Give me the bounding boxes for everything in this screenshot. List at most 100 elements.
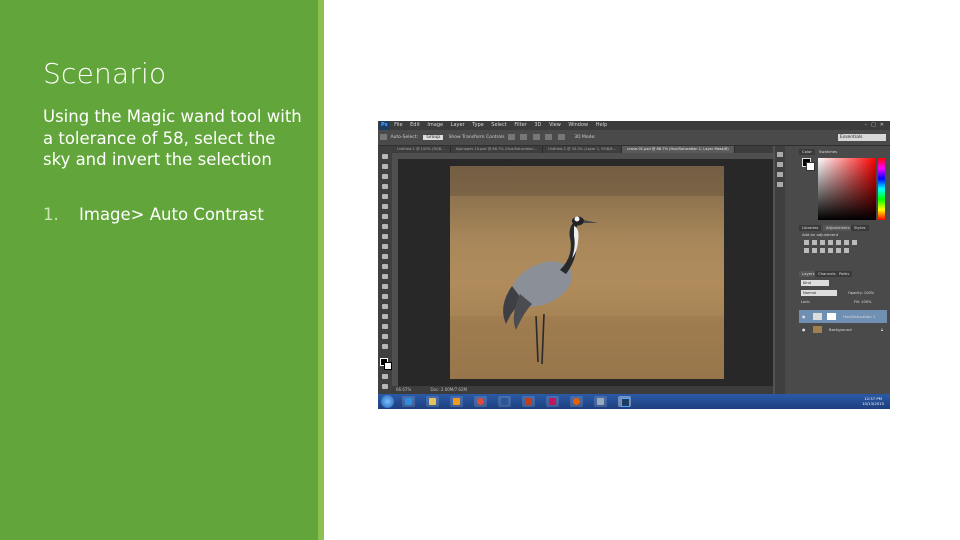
status-bar: 66.67% Doc: 2.00M/7.62M (392, 386, 773, 394)
bg-color-swatch[interactable] (806, 162, 815, 171)
align-icon[interactable] (520, 133, 528, 140)
opacity-field[interactable]: Opacity: 100% (848, 290, 874, 296)
distribute-icon[interactable] (545, 133, 553, 140)
tab-color[interactable]: Color (799, 149, 815, 155)
tab-paths[interactable]: Paths (836, 271, 853, 277)
color-picker-field[interactable] (818, 158, 876, 220)
taskbar-indesign[interactable] (546, 396, 559, 407)
menu-window[interactable]: Window (568, 122, 588, 128)
type-tool-icon[interactable] (382, 304, 388, 309)
blur-tool-icon[interactable] (382, 274, 388, 279)
doc-size: Doc: 2.00M/7.62M (430, 387, 467, 392)
character-panel-icon[interactable] (777, 172, 783, 177)
menu-view[interactable]: View (549, 122, 561, 128)
menu-select[interactable]: Select (491, 122, 506, 128)
layer-mask-thumbnail[interactable] (827, 313, 836, 320)
taskbar-ie[interactable] (402, 396, 415, 407)
taskbar-media-player[interactable] (450, 396, 463, 407)
pen-tool-icon[interactable] (382, 294, 388, 299)
menu-help[interactable]: Help (596, 122, 607, 128)
menu-layer[interactable]: Layer (451, 122, 465, 128)
menu-type[interactable]: Type (472, 122, 483, 128)
taskbar-photoshop[interactable] (618, 396, 631, 407)
path-selection-icon[interactable] (382, 314, 388, 319)
window-controls[interactable]: –□✕ (865, 121, 888, 130)
brush-tool-icon[interactable] (382, 224, 388, 229)
quick-mask-icon[interactable] (382, 374, 388, 379)
taskbar-chrome[interactable] (474, 396, 487, 407)
layer-filter-dropdown[interactable]: Kind (801, 280, 829, 286)
healing-brush-icon[interactable] (382, 214, 388, 219)
align-icon[interactable] (508, 133, 516, 140)
clock-date: 10/13/2015 (862, 401, 884, 406)
visibility-eye-icon[interactable]: ● (802, 310, 805, 323)
menu-filter[interactable]: Filter (514, 122, 526, 128)
slide-title: Scenario (43, 57, 167, 90)
3d-mode-label: 3D Mode: (574, 135, 596, 140)
zoom-tool-icon[interactable] (382, 344, 388, 349)
group-dropdown[interactable]: Group (423, 135, 444, 140)
doc-tab[interactable]: Untitled-2 @ 33.3% (Layer 1, RGB/8... (543, 146, 623, 153)
doc-tab-active[interactable]: crane-01.psd @ 66.7% (Hue/Saturation 1, … (622, 146, 735, 153)
menu-bar: Ps File Edit Image Layer Type Select Fil… (378, 121, 890, 130)
crop-tool-icon[interactable] (382, 194, 388, 199)
auto-select-label[interactable]: Auto-Select: (390, 135, 418, 140)
hue-slider[interactable] (878, 158, 885, 220)
paragraph-panel-icon[interactable] (777, 182, 783, 187)
tab-libraries[interactable]: Libraries (799, 225, 822, 231)
distribute-icon[interactable] (557, 133, 565, 140)
taskbar-firefox[interactable] (570, 396, 583, 407)
history-brush-icon[interactable] (382, 244, 388, 249)
menu-file[interactable]: File (394, 122, 402, 128)
eyedropper-tool-icon[interactable] (382, 204, 388, 209)
doc-tab[interactable]: Alpinepes 10.psd @ 66.7% (Hue/Saturation… (451, 146, 543, 153)
screen-mode-icon[interactable] (382, 384, 388, 389)
layer-row[interactable]: ● Background 🔒︎ (799, 323, 887, 336)
start-button[interactable] (381, 395, 394, 408)
lock-label: Lock: (801, 300, 811, 304)
canvas-area[interactable] (398, 159, 773, 386)
menu-edit[interactable]: Edit (410, 122, 420, 128)
menu-image[interactable]: Image (427, 122, 443, 128)
tab-swatches[interactable]: Swatches (816, 149, 841, 155)
magic-wand-tool-icon[interactable] (382, 184, 388, 189)
background-color-swatch[interactable] (384, 362, 392, 370)
history-panel-icon[interactable] (777, 152, 783, 157)
crane-photo[interactable] (450, 166, 724, 379)
step-item: 1. Image> Auto Contrast (43, 205, 264, 224)
move-tool-icon[interactable] (382, 154, 388, 159)
workspace-dropdown[interactable]: Essentials (838, 134, 886, 141)
zoom-level[interactable]: 66.67% (396, 387, 411, 392)
fill-field[interactable]: Fill: 100% (854, 299, 871, 305)
blend-mode-dropdown[interactable]: Normal (801, 290, 837, 296)
taskbar-explorer[interactable] (426, 396, 439, 407)
tab-styles[interactable]: Styles (851, 225, 869, 231)
shape-tool-icon[interactable] (382, 324, 388, 329)
ps-logo: Ps (379, 121, 390, 130)
tools-panel (378, 146, 393, 394)
clone-stamp-icon[interactable] (382, 234, 388, 239)
show-transform-controls[interactable]: Show Transform Controls (449, 135, 505, 140)
align-icon[interactable] (532, 133, 540, 140)
panel-icon-column (775, 146, 785, 394)
dodge-tool-icon[interactable] (382, 284, 388, 289)
system-tray[interactable] (830, 399, 852, 404)
marquee-tool-icon[interactable] (382, 164, 388, 169)
taskbar-clock[interactable]: 12:37 PM 10/13/2015 (862, 396, 884, 406)
doc-tab[interactable]: Untitled-1 @ 100% (RGB... (392, 146, 451, 153)
gradient-tool-icon[interactable] (382, 264, 388, 269)
menu-3d[interactable]: 3D (534, 122, 541, 128)
visibility-eye-icon[interactable]: ● (802, 323, 805, 336)
properties-panel-icon[interactable] (777, 162, 783, 167)
taskbar-app[interactable] (594, 396, 607, 407)
taskbar-powerpoint[interactable] (522, 396, 535, 407)
step-number: 1. (43, 205, 59, 224)
layer-row-selected[interactable]: ● Hue/Saturation 1 (799, 310, 887, 323)
move-tool-icon[interactable] (380, 133, 387, 140)
taskbar-word[interactable] (498, 396, 511, 407)
eraser-tool-icon[interactable] (382, 254, 388, 259)
hand-tool-icon[interactable] (382, 334, 388, 339)
tab-adjustments[interactable]: Adjustments (823, 225, 853, 231)
lasso-tool-icon[interactable] (382, 174, 388, 179)
adjustment-icon-grid[interactable] (802, 239, 886, 255)
